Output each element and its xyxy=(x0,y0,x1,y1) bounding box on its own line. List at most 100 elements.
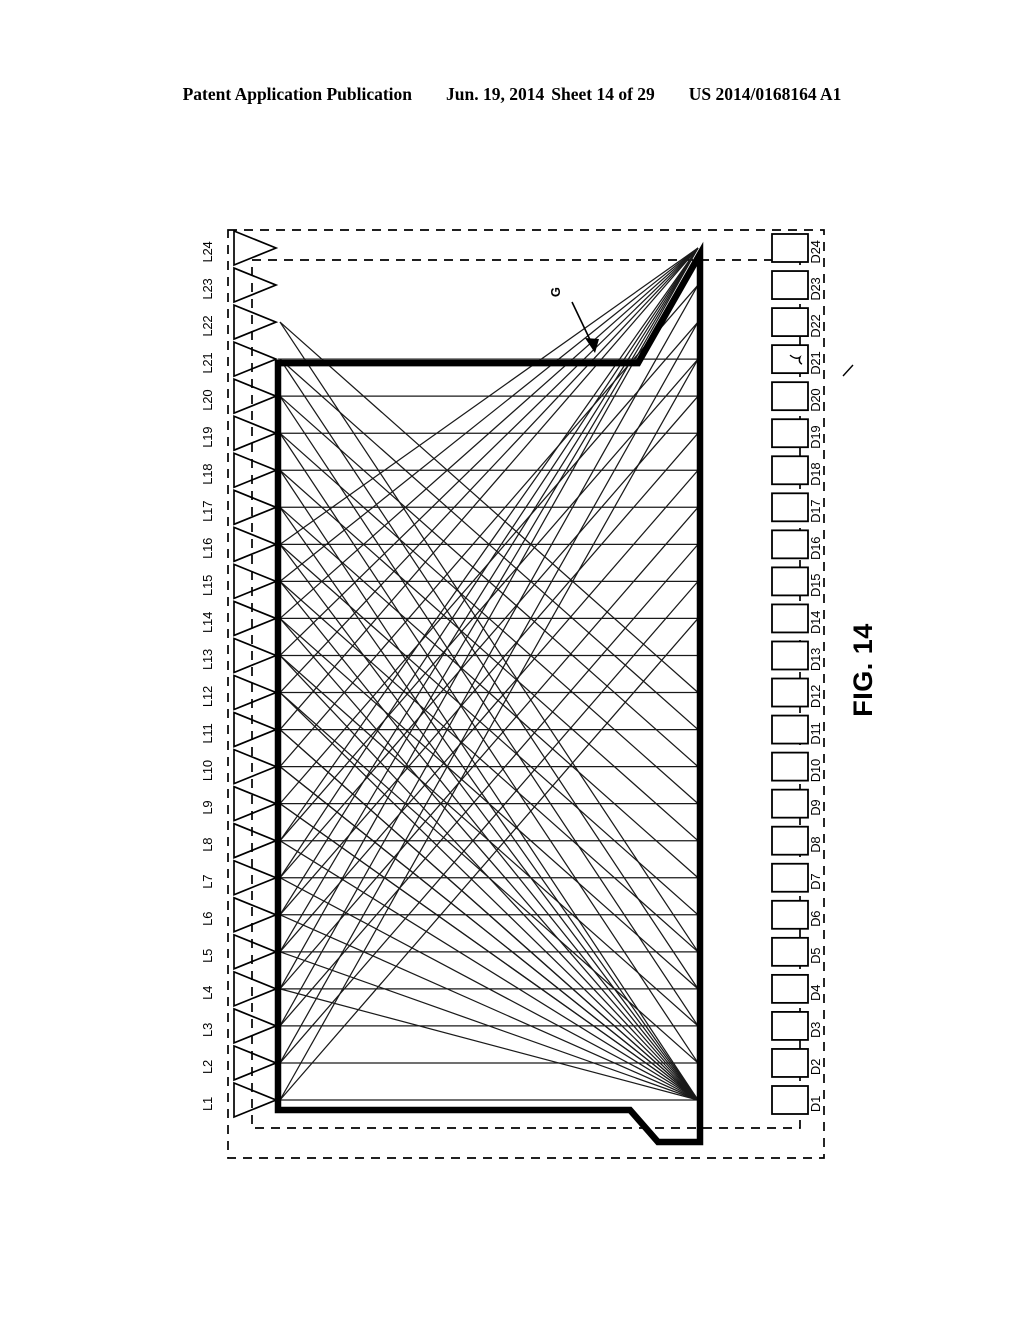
callout-g: G xyxy=(548,287,599,353)
right-port-box[interactable] xyxy=(771,973,809,1004)
right-port-label: D9 xyxy=(808,800,823,816)
left-port-triangle[interactable] xyxy=(233,600,279,637)
right-port-box[interactable] xyxy=(771,936,809,967)
left-port-triangle[interactable] xyxy=(233,303,279,341)
patent-figure: L1 L2 L3 L4 L5 L6 L7 L8 L9 L10 L11 L12 L13 L14 L15 L16 L… xyxy=(0,150,1024,1250)
left-port-label: L3 xyxy=(200,1023,215,1037)
left-port-label: L20 xyxy=(200,390,215,411)
left-port-triangle[interactable] xyxy=(233,451,279,489)
left-port-label: L1 xyxy=(200,1097,215,1111)
left-port-triangle[interactable] xyxy=(233,489,279,526)
left-port-triangle[interactable] xyxy=(233,859,279,897)
left-port-triangle[interactable] xyxy=(233,563,279,600)
publication-label: Patent Application Publication xyxy=(182,84,413,104)
right-port-box-group xyxy=(771,233,809,1115)
left-port-triangle[interactable] xyxy=(233,414,279,452)
right-port-label: D18 xyxy=(808,463,823,486)
right-port-box[interactable] xyxy=(771,677,809,708)
registration-tick-mark xyxy=(842,364,854,377)
left-port-label: L8 xyxy=(200,838,215,852)
left-port-triangle[interactable] xyxy=(233,377,279,415)
left-port-label: L12 xyxy=(200,686,215,707)
left-port-triangle-group xyxy=(233,229,279,1119)
right-port-label: D11 xyxy=(808,722,823,744)
right-port-box[interactable] xyxy=(771,344,809,375)
right-port-label: D14 xyxy=(808,611,823,634)
left-port-label: L17 xyxy=(200,501,215,522)
left-port-triangle[interactable] xyxy=(233,1044,279,1082)
left-port-triangle[interactable] xyxy=(233,1007,279,1045)
right-port-box[interactable] xyxy=(771,307,809,337)
publication-date: Jun. 19, 2014 xyxy=(446,84,545,104)
left-port-label: L13 xyxy=(200,649,215,670)
left-port-label: L11 xyxy=(200,723,215,743)
right-port-box[interactable] xyxy=(771,381,809,412)
left-port-triangle[interactable] xyxy=(233,637,279,674)
right-port-label: D17 xyxy=(808,500,823,523)
left-port-triangle[interactable] xyxy=(233,266,279,304)
right-port-label: D19 xyxy=(808,426,823,449)
left-port-label: L4 xyxy=(200,986,215,1000)
figure-canvas: L1 L2 L3 L4 L5 L6 L7 L8 L9 L10 L11 L12 L13 L14 L15 L16 L… xyxy=(200,229,878,1159)
right-port-box[interactable] xyxy=(771,751,809,782)
right-port-box[interactable] xyxy=(771,899,809,930)
left-port-triangle[interactable] xyxy=(233,896,279,934)
left-port-triangle[interactable] xyxy=(233,340,279,378)
right-port-label: D13 xyxy=(808,648,823,671)
right-port-label: D22 xyxy=(808,314,823,337)
right-port-box[interactable] xyxy=(771,603,809,634)
routing-line-group xyxy=(278,247,700,1101)
right-port-box[interactable] xyxy=(771,825,809,856)
callout-g-label: G xyxy=(548,287,563,297)
right-port-label: D23 xyxy=(808,277,823,300)
left-port-label: L7 xyxy=(200,875,215,889)
left-port-triangle[interactable] xyxy=(233,526,279,563)
left-port-triangle[interactable] xyxy=(233,933,279,971)
right-port-box[interactable] xyxy=(771,1048,809,1078)
right-port-box[interactable] xyxy=(771,418,809,449)
left-port-triangle[interactable] xyxy=(233,711,279,748)
left-port-triangle[interactable] xyxy=(233,748,279,785)
right-port-box[interactable] xyxy=(771,233,809,263)
left-port-label: L19 xyxy=(200,427,215,448)
right-port-label: D1 xyxy=(808,1096,823,1112)
right-port-box[interactable] xyxy=(771,788,809,819)
left-port-label: L6 xyxy=(200,912,215,926)
right-port-label: D24 xyxy=(808,240,823,263)
left-port-label: L16 xyxy=(200,538,215,559)
right-port-box[interactable] xyxy=(771,270,809,300)
right-port-label: D4 xyxy=(808,985,823,1001)
right-port-label: D12 xyxy=(808,685,823,708)
right-port-box[interactable] xyxy=(771,566,809,597)
left-port-label: L18 xyxy=(200,464,215,485)
right-port-label-group: D1 D2 D3 D4 D5 D6 D7 D8 D9 D10 D11 D12 D13 D14 D15 D16 D… xyxy=(808,240,823,1112)
left-port-triangle[interactable] xyxy=(233,970,279,1008)
left-port-label: L5 xyxy=(200,949,215,963)
right-port-label: D21 xyxy=(808,352,823,375)
right-port-label: D5 xyxy=(808,948,823,964)
left-port-label: L15 xyxy=(200,575,215,596)
left-port-triangle[interactable] xyxy=(233,822,279,859)
inner-boundary-dashed xyxy=(251,259,801,1129)
right-port-label: D7 xyxy=(808,874,823,890)
left-port-label: L21 xyxy=(200,353,215,374)
right-port-label: D16 xyxy=(808,537,823,560)
right-port-box[interactable] xyxy=(771,492,809,523)
right-port-box[interactable] xyxy=(771,862,809,893)
patent-number: US 2014/0168164 A1 xyxy=(688,84,842,104)
sheet-number: Sheet 14 of 29 xyxy=(551,84,655,104)
left-port-triangle[interactable] xyxy=(233,1081,279,1119)
figure-caption: FIG. 14 xyxy=(848,623,878,717)
left-port-triangle[interactable] xyxy=(233,674,279,711)
right-port-box[interactable] xyxy=(771,1085,809,1115)
left-port-label: L10 xyxy=(200,760,215,781)
right-port-box[interactable] xyxy=(771,714,809,745)
left-port-label: L2 xyxy=(200,1060,215,1074)
right-port-label: D3 xyxy=(808,1022,823,1038)
left-port-triangle[interactable] xyxy=(233,785,279,822)
right-port-box[interactable] xyxy=(771,455,809,486)
right-port-label: D20 xyxy=(808,389,823,412)
right-port-box[interactable] xyxy=(771,529,809,560)
right-port-box[interactable] xyxy=(771,640,809,671)
right-port-box[interactable] xyxy=(771,1011,809,1041)
